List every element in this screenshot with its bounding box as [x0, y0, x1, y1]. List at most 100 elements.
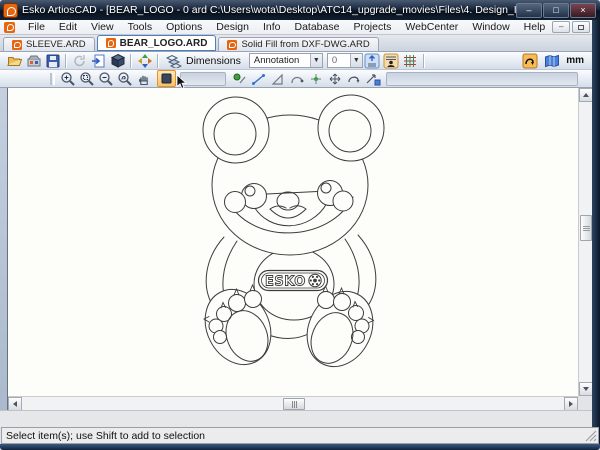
menu-tools[interactable]: Tools — [121, 20, 160, 35]
chevron-down-icon: ▼ — [310, 54, 322, 67]
active-select-tool-button[interactable] — [157, 70, 176, 87]
view-toolbar — [0, 70, 592, 88]
dimensions-label: Dimensions — [186, 55, 241, 67]
menu-options[interactable]: Options — [159, 20, 209, 35]
convert-to-canvas-button[interactable] — [135, 52, 154, 69]
tab-bear-logo-ard[interactable]: BEAR_LOGO.ARD — [97, 35, 217, 51]
convert-arrows-icon — [137, 53, 153, 69]
mdi-restore-button[interactable] — [572, 21, 590, 33]
toolbar-grip[interactable] — [50, 73, 55, 85]
import-file-icon — [91, 53, 107, 69]
menu-design[interactable]: Design — [209, 20, 256, 35]
layers-dimensions-button[interactable]: Dimensions — [162, 52, 245, 69]
bear-bottom-arc — [266, 332, 312, 339]
menu-window[interactable]: Window — [465, 20, 516, 35]
angle-tool-button[interactable] — [268, 70, 287, 87]
arrow-down-icon — [583, 387, 589, 391]
maximize-button[interactable]: □ — [543, 3, 569, 18]
separator — [423, 54, 425, 68]
rotate-icon — [346, 72, 362, 86]
menu-file[interactable]: File — [21, 20, 52, 35]
pan-hand-icon — [136, 71, 152, 87]
save-icon — [45, 53, 61, 69]
main-toolbar: Dimensions Annotation ▼ 0 ▼ mm — [0, 52, 592, 70]
mouse-cursor — [176, 75, 188, 91]
move-copy-button[interactable] — [363, 70, 382, 87]
grid-button[interactable] — [401, 52, 420, 69]
zoom-window-button[interactable] — [77, 70, 96, 87]
window-bottom-border — [0, 444, 600, 450]
rotate-tool-button[interactable] — [344, 70, 363, 87]
zoom-extents-icon — [117, 71, 133, 87]
menu-help[interactable]: Help — [517, 20, 553, 35]
scroll-left-button[interactable] — [8, 397, 22, 411]
snap-point-button[interactable] — [230, 70, 249, 87]
menu-edit[interactable]: Edit — [52, 20, 84, 35]
layer-class-dropdown[interactable]: 0 ▼ — [327, 53, 363, 68]
snap-cross-icon — [308, 72, 324, 86]
tab-solid-fill-ard[interactable]: Solid Fill from DXF-DWG.ARD — [218, 37, 378, 51]
snap-icon — [522, 53, 538, 69]
annotation-dropdown[interactable]: Annotation ▼ — [249, 53, 323, 68]
move-point-button[interactable] — [325, 70, 344, 87]
snap-toggle-button[interactable] — [520, 52, 539, 69]
3d-view-button[interactable] — [108, 52, 127, 69]
zoom-out-button[interactable] — [96, 70, 115, 87]
window-title: Esko ArtiosCAD - [BEAR_LOGO - 0 ard C:\U… — [22, 4, 516, 16]
revert-button-disabled[interactable] — [70, 52, 89, 69]
toolbar-spacer — [386, 72, 578, 86]
tab-sleeve-ard[interactable]: SLEEVE.ARD — [3, 37, 95, 51]
import-file-button[interactable] — [89, 52, 108, 69]
zoom-in-button[interactable] — [58, 70, 77, 87]
arc-tool-button[interactable] — [287, 70, 306, 87]
zoom-extents-button[interactable] — [115, 70, 134, 87]
layers-icon — [166, 54, 182, 68]
vertical-scrollbar[interactable] — [578, 88, 592, 396]
status-bar: Select item(s); use Shift to add to sele… — [1, 427, 599, 444]
status-message: Select item(s); use Shift to add to sele… — [6, 430, 205, 442]
window-right-border — [592, 20, 600, 444]
annotation-value: Annotation — [250, 55, 310, 66]
current-layer-button[interactable] — [382, 52, 401, 69]
save-button[interactable] — [43, 52, 62, 69]
mdi-minimize-button[interactable]: – — [552, 21, 570, 33]
horizontal-scroll-thumb[interactable] — [283, 398, 305, 410]
vertical-scroll-thumb[interactable] — [580, 215, 592, 241]
current-layer-icon — [383, 53, 399, 69]
separator — [130, 54, 132, 68]
minimize-button[interactable]: – — [516, 3, 542, 18]
horizontal-scrollbar[interactable] — [8, 396, 578, 410]
layer-up-button[interactable] — [363, 52, 382, 69]
scroll-up-button[interactable] — [579, 88, 593, 102]
separator — [65, 54, 67, 68]
scroll-down-button[interactable] — [579, 382, 593, 396]
arrow-right-icon — [569, 401, 573, 407]
menu-projects[interactable]: Projects — [346, 20, 398, 35]
measure-button[interactable] — [249, 70, 268, 87]
menu-view[interactable]: View — [84, 20, 121, 35]
map-icon — [544, 53, 560, 69]
scroll-right-button[interactable] — [564, 397, 578, 411]
move-copy-icon — [365, 72, 381, 86]
menu-bar: File Edit View Tools Options Design Info… — [0, 20, 600, 35]
move-arrows-icon — [327, 72, 343, 86]
design-browser-icon — [26, 53, 42, 69]
open-folder-button[interactable] — [5, 52, 24, 69]
zoom-in-icon — [60, 71, 76, 87]
overview-map-button[interactable] — [542, 52, 561, 69]
measure-icon — [251, 72, 267, 86]
open-folder-icon — [7, 53, 23, 69]
bear-line-drawing: ESKO — [8, 88, 578, 396]
zoom-window-icon — [79, 71, 95, 87]
close-button[interactable]: × — [570, 3, 596, 18]
snap-cross-button[interactable] — [306, 70, 325, 87]
pan-button[interactable] — [134, 70, 153, 87]
resize-grip-icon[interactable] — [584, 429, 597, 442]
menu-webcenter[interactable]: WebCenter — [398, 20, 465, 35]
menu-info[interactable]: Info — [256, 20, 288, 35]
arc-icon — [289, 72, 305, 86]
artioscad-window: Esko ArtiosCAD - [BEAR_LOGO - 0 ard C:\U… — [0, 0, 600, 450]
design-browser-button[interactable] — [24, 52, 43, 69]
drawing-canvas[interactable]: ESKO — [8, 88, 578, 396]
menu-database[interactable]: Database — [288, 20, 347, 35]
